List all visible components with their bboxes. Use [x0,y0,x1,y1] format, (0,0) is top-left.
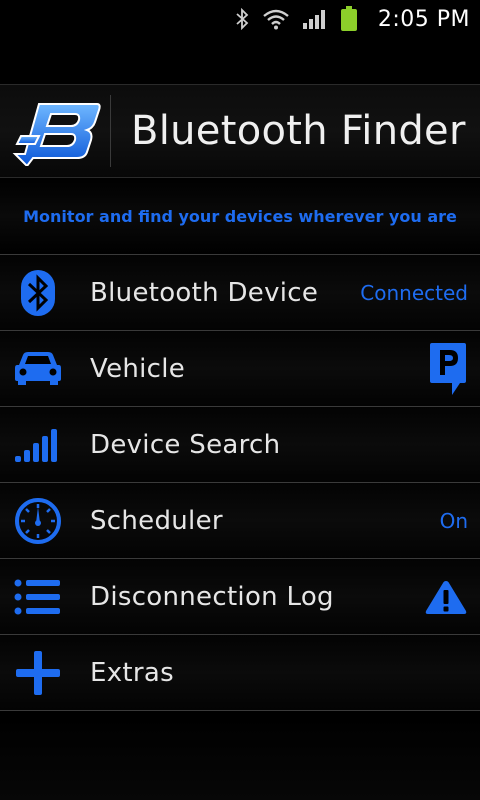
menu-item-label: Vehicle [90,353,186,384]
bluetooth-icon [234,8,250,30]
menu-item-disconnection-log[interactable]: Disconnection Log [0,558,480,634]
status-bar: 2:05 PM [0,0,480,38]
signal-bars-icon [0,407,76,483]
menu-item-device-search[interactable]: Device Search [0,406,480,482]
menu-item-label: Extras [90,657,174,688]
warning-icon [424,579,468,615]
menu-item-label: Bluetooth Device [90,277,319,308]
list-icon [0,559,76,635]
battery-icon [340,6,358,32]
menu-item-extras[interactable]: Extras [0,634,480,711]
tagline: Monitor and find your devices wherever y… [0,178,480,254]
menu-item-label: Disconnection Log [90,581,334,612]
plus-icon [0,635,76,711]
main-menu: Bluetooth Device Connected Vehicle Devic… [0,254,480,711]
menu-item-vehicle[interactable]: Vehicle [0,330,480,406]
app-header: Bluetooth Finder [0,84,480,178]
app-title: Bluetooth Finder [131,108,466,154]
status-time: 2:05 PM [377,6,470,32]
menu-item-scheduler[interactable]: Scheduler On [0,482,480,558]
bluetooth-finder-logo-icon [0,85,110,177]
menu-item-label: Device Search [90,429,281,460]
connection-status: Connected [360,280,468,305]
empty-area [0,716,480,800]
signal-icon [302,8,328,30]
scheduler-status: On [439,508,468,533]
clock-icon [0,483,76,559]
parking-icon[interactable] [428,341,468,397]
menu-item-label: Scheduler [90,505,223,536]
car-icon [0,331,76,407]
menu-item-bluetooth-device[interactable]: Bluetooth Device Connected [0,254,480,330]
bluetooth-icon [0,255,76,331]
wifi-icon [262,8,290,30]
